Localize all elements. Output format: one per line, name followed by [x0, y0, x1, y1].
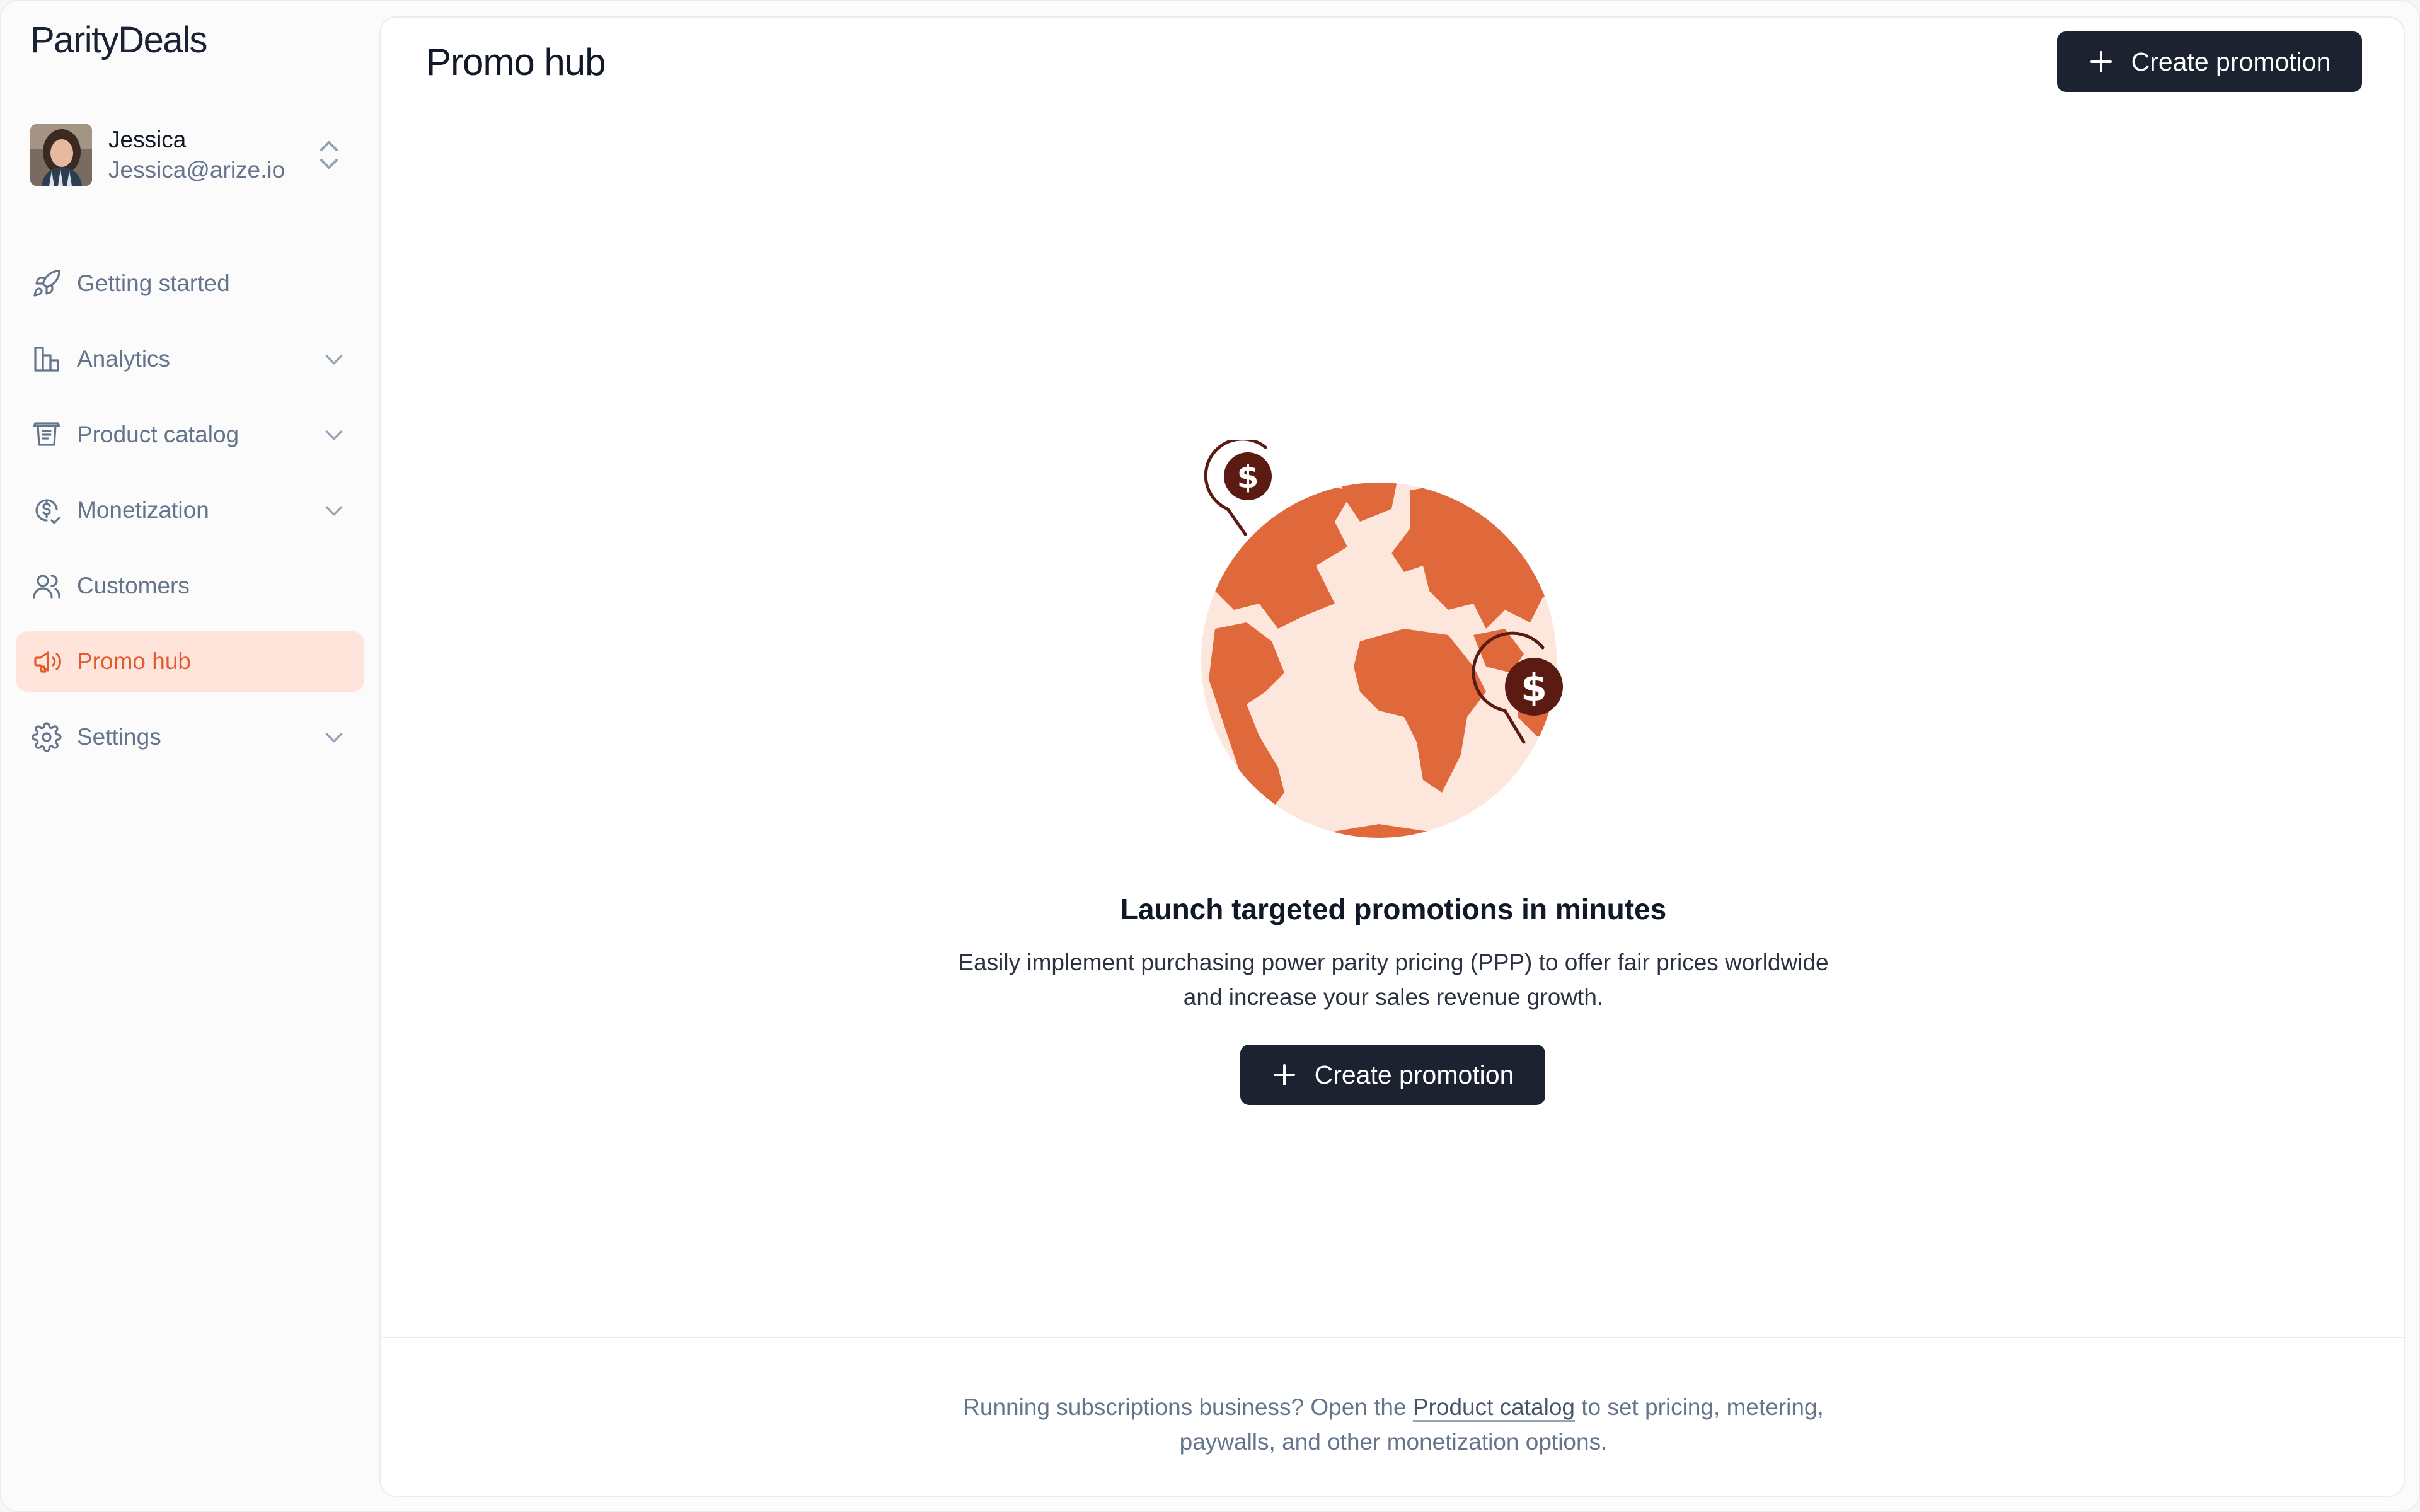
- sidebar-item-product-catalog[interactable]: Product catalog: [16, 404, 364, 465]
- chevron-down-icon: [325, 506, 343, 516]
- chevron-down-icon: [325, 430, 343, 440]
- sidebar: ParityDeals Jessica Jessica@arize.io Get…: [1, 1, 379, 1511]
- svg-text:$: $: [1237, 459, 1259, 495]
- sidebar-item-label: Product catalog: [77, 421, 239, 447]
- empty-state-description-line1: Easily implement purchasing power parity…: [958, 949, 1829, 975]
- bar-chart-icon: [34, 346, 59, 372]
- globe-illustration: $ $: [1190, 437, 1593, 868]
- sidebar-item-label: Promo hub: [77, 648, 191, 674]
- footer-text-line2: paywalls, and other monetization options…: [1179, 1429, 1608, 1455]
- dollar-cycle-icon: [35, 499, 60, 524]
- plus-icon: [2090, 51, 2112, 72]
- page-title: Promo hub: [426, 41, 606, 83]
- gear-icon: [32, 722, 62, 752]
- sidebar-item-label: Settings: [77, 724, 161, 750]
- product-catalog-link[interactable]: Product catalog: [1413, 1394, 1575, 1420]
- sidebar-item-label: Getting started: [77, 270, 230, 296]
- sidebar-item-label: Analytics: [77, 346, 171, 372]
- chevron-up-down-icon: [320, 141, 338, 169]
- sidebar-item-getting-started[interactable]: Getting started: [16, 253, 364, 314]
- users-icon: [33, 575, 60, 598]
- rocket-icon: [33, 270, 60, 297]
- megaphone-icon: [34, 651, 61, 673]
- sidebar-item-label: Monetization: [77, 497, 209, 523]
- create-promotion-label: Create promotion: [2131, 47, 2331, 76]
- user-email: Jessica@arize.io: [108, 157, 285, 183]
- catalog-icon: [33, 422, 60, 446]
- create-promotion-button[interactable]: Create promotion: [2057, 32, 2362, 92]
- user-switcher[interactable]: Jessica Jessica@arize.io: [30, 121, 352, 189]
- empty-state-description-line2: and increase your sales revenue growth.: [1183, 984, 1604, 1010]
- chevron-down-icon: [325, 355, 343, 365]
- dollar-pin-icon: $: [1204, 437, 1272, 536]
- avatar: [30, 124, 92, 186]
- app-window: ParityDeals Jessica Jessica@arize.io Get…: [0, 0, 2420, 1512]
- svg-text:$: $: [1521, 666, 1547, 710]
- footer-text-before: Running subscriptions business? Open the: [963, 1394, 1413, 1420]
- sidebar-nav: Getting started Analytics Product catalo…: [16, 253, 364, 782]
- main-panel: Promo hub Create promotion $ $ Launch ta…: [379, 16, 2405, 1497]
- plus-icon: [1273, 1064, 1295, 1085]
- app-logo: ParityDeals: [30, 20, 208, 60]
- sidebar-item-promo-hub[interactable]: Promo hub: [16, 631, 364, 692]
- empty-state-title: Launch targeted promotions in minutes: [1120, 893, 1667, 925]
- create-promotion-button[interactable]: Create promotion: [1240, 1045, 1545, 1105]
- user-name: Jessica: [108, 127, 187, 152]
- create-promotion-label: Create promotion: [1314, 1060, 1514, 1089]
- sidebar-item-analytics[interactable]: Analytics: [16, 329, 364, 389]
- sidebar-item-label: Customers: [77, 573, 190, 598]
- footer-note: Running subscriptions business? Open the…: [381, 1337, 2404, 1496]
- chevron-down-icon: [325, 733, 343, 743]
- footer-text-after: to set pricing, metering,: [1574, 1394, 1824, 1420]
- sidebar-item-monetization[interactable]: Monetization: [16, 480, 364, 541]
- sidebar-item-customers[interactable]: Customers: [16, 556, 364, 616]
- sidebar-item-settings[interactable]: Settings: [16, 707, 364, 767]
- empty-state-description: Easily implement purchasing power parity…: [381, 945, 2404, 1014]
